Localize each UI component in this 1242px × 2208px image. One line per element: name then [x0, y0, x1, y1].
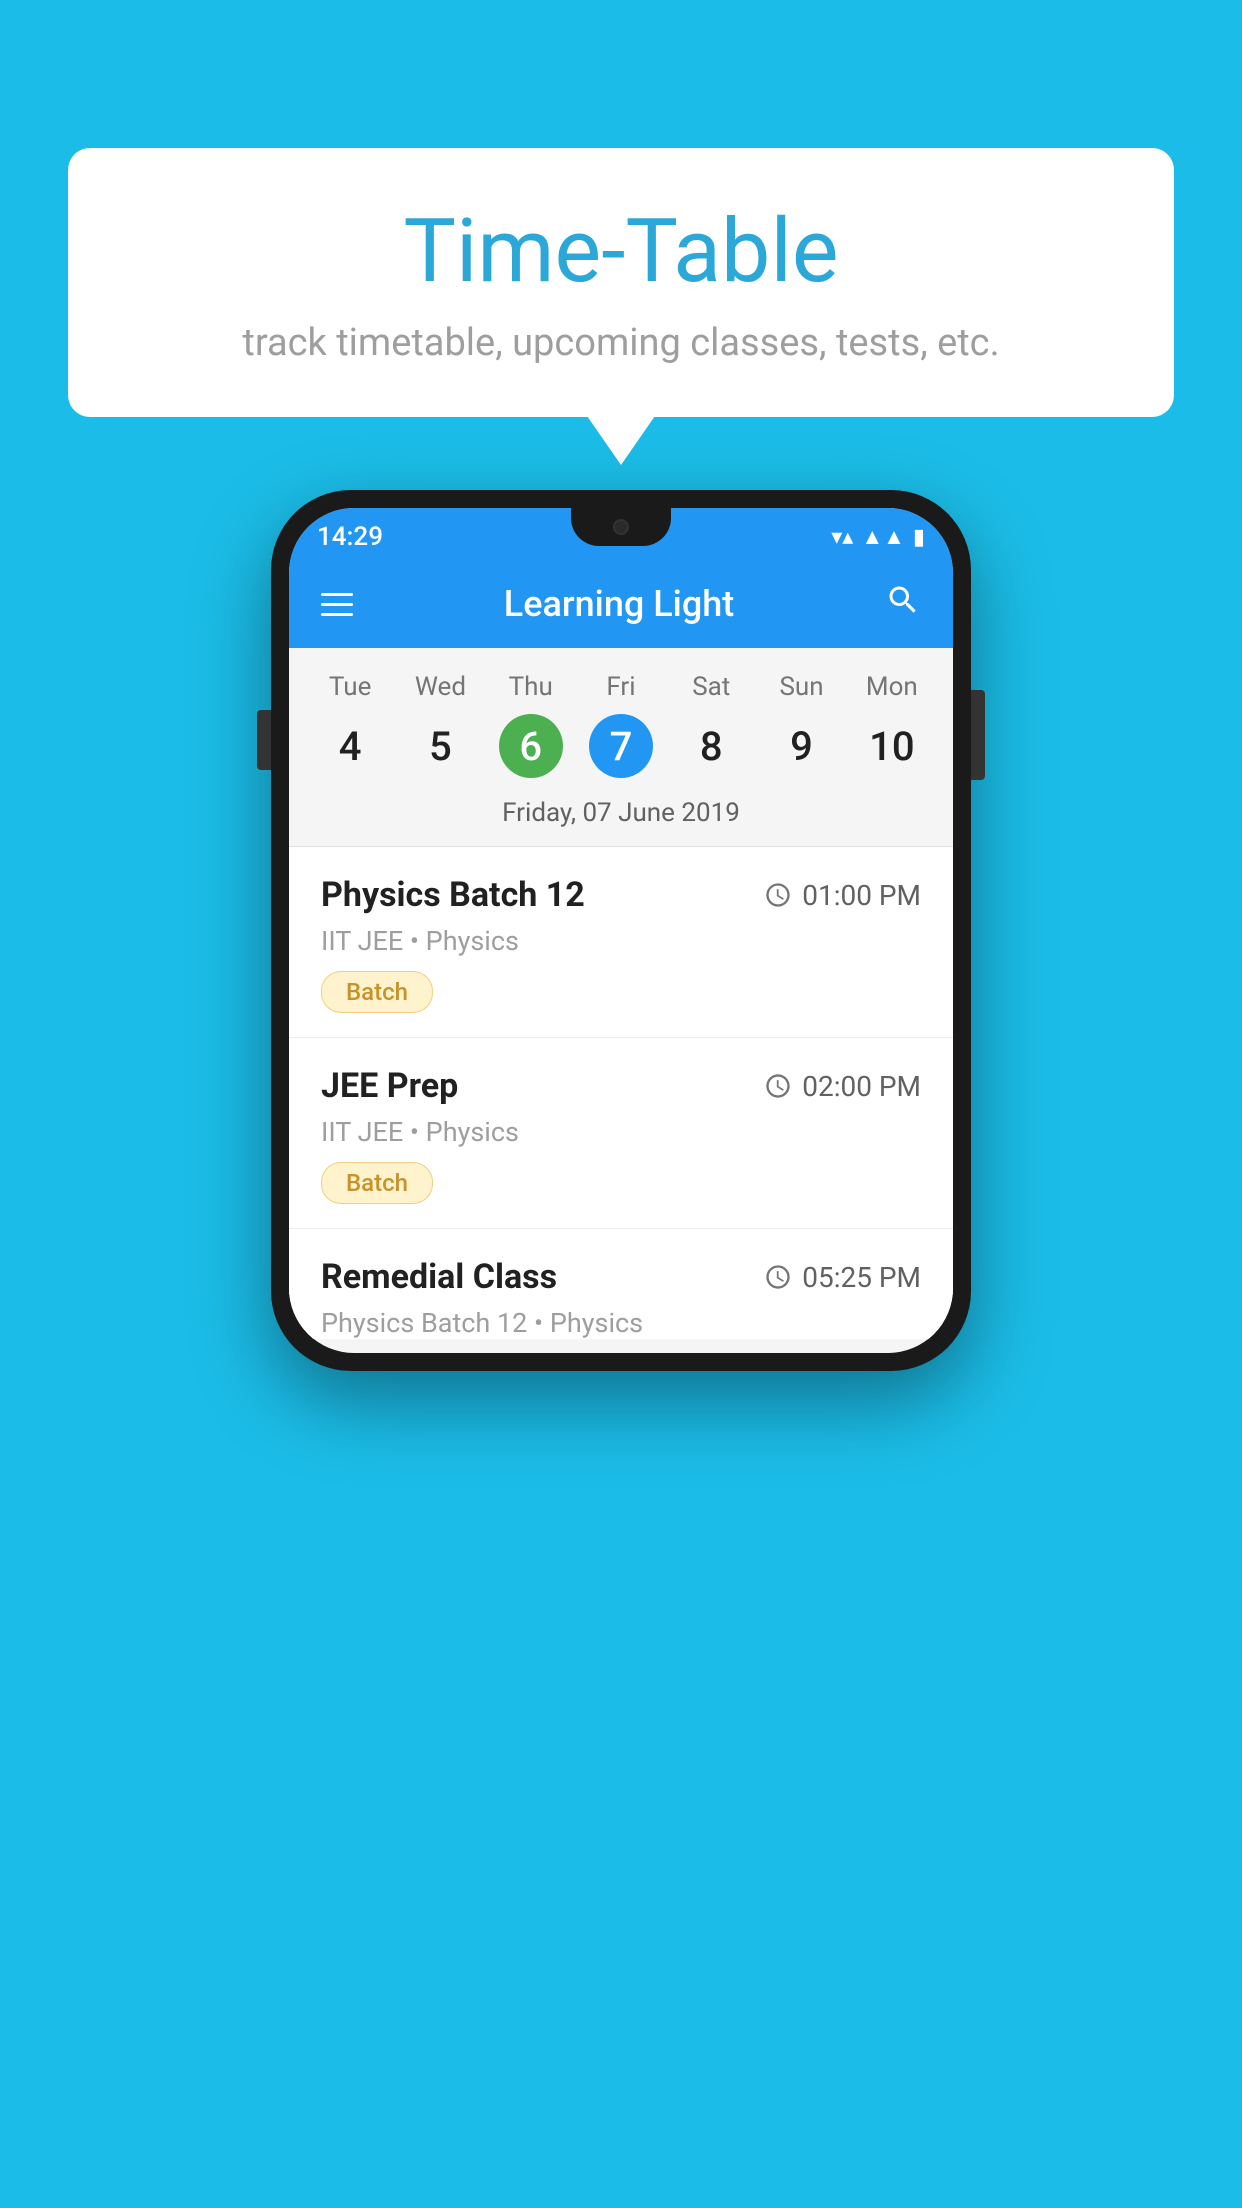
phone-screen: 14:29 ▾▴ ▲▲ ▮ Learning Light	[289, 508, 953, 1353]
day-number[interactable]: 5	[408, 714, 472, 778]
schedule-item[interactable]: Physics Batch 12 01:00 PM IIT JEE • Physic…	[289, 847, 953, 1038]
day-col-sun[interactable]: Sun 9	[756, 672, 846, 778]
item-title: Physics Batch 12	[321, 875, 585, 915]
day-number[interactable]: 4	[318, 714, 382, 778]
item-time: 01:00 PM	[764, 879, 921, 912]
signal-icon: ▲▲	[861, 524, 905, 550]
status-time: 14:29	[317, 522, 383, 552]
wifi-icon: ▾▴	[831, 525, 853, 550]
camera-icon	[613, 519, 629, 535]
clock-icon	[764, 1072, 792, 1100]
phone-outer: 14:29 ▾▴ ▲▲ ▮ Learning Light	[271, 490, 971, 1371]
bubble-subtitle: track timetable, upcoming classes, tests…	[128, 321, 1114, 365]
clock-icon	[764, 1263, 792, 1291]
item-subtitle: IIT JEE • Physics	[321, 1116, 921, 1148]
days-row: Tue 4 Wed 5 Thu 6 Fri 7 Sat 8 Sun 9 Mon 10	[289, 664, 953, 786]
day-name: Tue	[329, 672, 371, 702]
day-col-mon[interactable]: Mon 10	[847, 672, 937, 778]
day-name: Wed	[415, 672, 466, 702]
batch-badge: Batch	[321, 971, 433, 1013]
schedule-item[interactable]: Remedial Class 05:25 PM Physics Batch 12 •…	[289, 1229, 953, 1339]
day-number[interactable]: 10	[860, 714, 924, 778]
calendar-header: Tue 4 Wed 5 Thu 6 Fri 7 Sat 8 Sun 9 Mon 10 Friday, 07…	[289, 648, 953, 847]
speech-bubble: Time-Table track timetable, upcoming cla…	[68, 148, 1174, 417]
item-header: Remedial Class 05:25 PM	[321, 1257, 921, 1297]
day-col-fri[interactable]: Fri 7	[576, 672, 666, 778]
day-col-sat[interactable]: Sat 8	[666, 672, 756, 778]
speech-bubble-container: Time-Table track timetable, upcoming cla…	[68, 148, 1174, 417]
day-number[interactable]: 6	[499, 714, 563, 778]
time-text: 02:00 PM	[802, 1070, 921, 1103]
batch-badge: Batch	[321, 1162, 433, 1204]
battery-icon: ▮	[913, 525, 925, 550]
menu-icon[interactable]	[321, 593, 353, 616]
day-number[interactable]: 8	[679, 714, 743, 778]
day-number[interactable]: 7	[589, 714, 653, 778]
item-header: JEE Prep 02:00 PM	[321, 1066, 921, 1106]
selected-date-label: Friday, 07 June 2019	[289, 786, 953, 846]
item-time: 05:25 PM	[764, 1261, 921, 1294]
search-icon[interactable]	[885, 582, 921, 627]
day-name: Mon	[866, 672, 918, 702]
item-title: Remedial Class	[321, 1257, 557, 1297]
day-name: Sun	[779, 672, 823, 702]
day-col-tue[interactable]: Tue 4	[305, 672, 395, 778]
status-icons: ▾▴ ▲▲ ▮	[831, 524, 925, 550]
time-text: 05:25 PM	[802, 1261, 921, 1294]
bubble-title: Time-Table	[128, 204, 1114, 301]
schedule-item[interactable]: JEE Prep 02:00 PM IIT JEE • Physics Batch	[289, 1038, 953, 1229]
day-col-thu[interactable]: Thu 6	[486, 672, 576, 778]
phone-notch	[571, 508, 671, 546]
day-name: Fri	[606, 672, 635, 702]
item-subtitle: IIT JEE • Physics	[321, 925, 921, 957]
clock-icon	[764, 881, 792, 909]
item-title: JEE Prep	[321, 1066, 458, 1106]
time-text: 01:00 PM	[802, 879, 921, 912]
day-name: Thu	[509, 672, 553, 702]
app-bar: Learning Light	[289, 560, 953, 648]
schedule-list: Physics Batch 12 01:00 PM IIT JEE • Physic…	[289, 847, 953, 1339]
day-name: Sat	[692, 672, 730, 702]
phone-mockup: 14:29 ▾▴ ▲▲ ▮ Learning Light	[271, 490, 971, 1371]
item-header: Physics Batch 12 01:00 PM	[321, 875, 921, 915]
app-title: Learning Light	[504, 583, 734, 625]
item-time: 02:00 PM	[764, 1070, 921, 1103]
day-number[interactable]: 9	[770, 714, 834, 778]
day-col-wed[interactable]: Wed 5	[395, 672, 485, 778]
item-subtitle: Physics Batch 12 • Physics	[321, 1307, 921, 1339]
